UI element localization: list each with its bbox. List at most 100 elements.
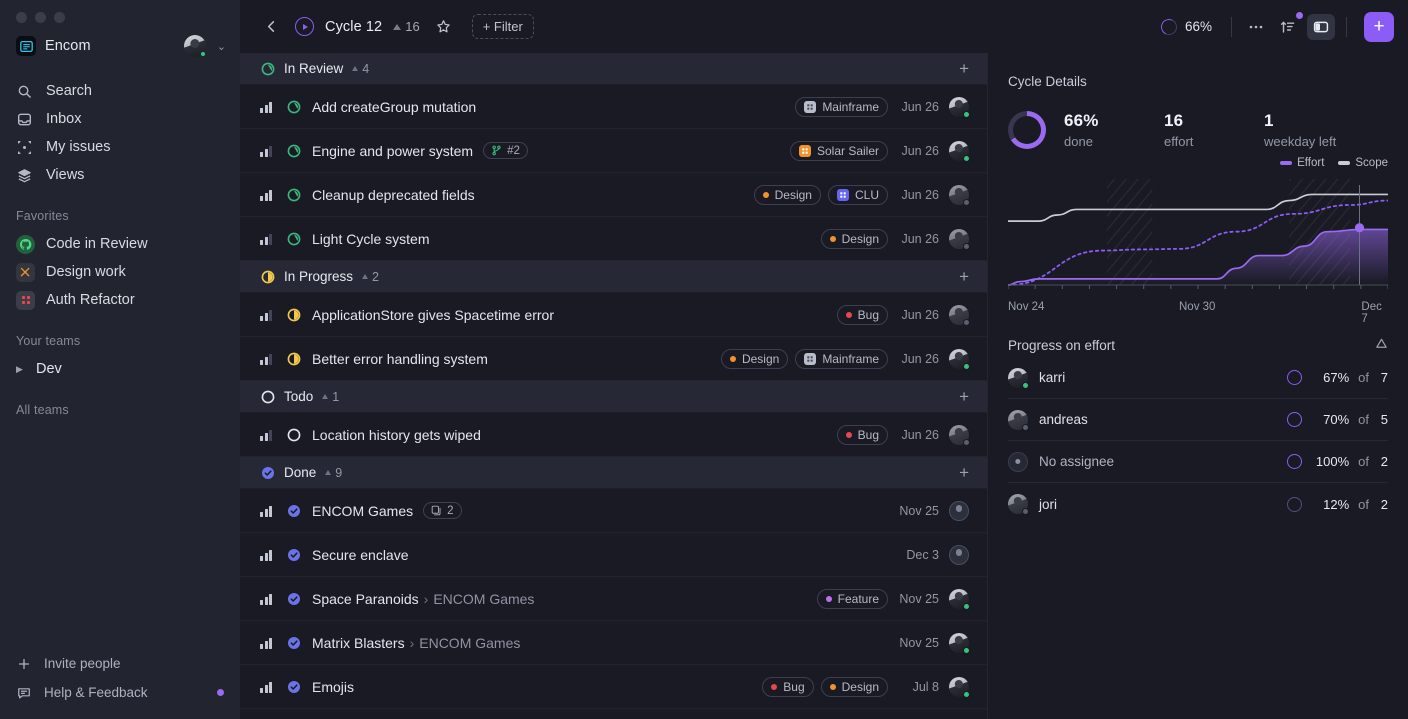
issue-label-pill[interactable]: Mainframe bbox=[795, 97, 888, 117]
sidebar-item-search[interactable]: Search bbox=[0, 77, 240, 105]
issue-row[interactable]: Space Paranoids›ENCOM GamesFeatureNov 25 bbox=[240, 577, 987, 621]
assignee-avatar[interactable] bbox=[949, 545, 969, 565]
issue-status-icon[interactable] bbox=[286, 679, 301, 694]
sidebar-item-design-work[interactable]: Design work bbox=[0, 258, 240, 286]
progress-member-row[interactable]: karri67%of7 bbox=[1008, 357, 1388, 399]
group-header-todo[interactable]: Todo1+ bbox=[240, 381, 987, 413]
issue-status-icon[interactable] bbox=[286, 351, 301, 366]
assignee-avatar[interactable] bbox=[1008, 494, 1028, 514]
issue-label-pill[interactable]: Design bbox=[721, 349, 788, 369]
issue-row[interactable]: Matrix Blasters›ENCOM GamesNov 25 bbox=[240, 621, 987, 665]
group-header-in-progress[interactable]: In Progress2+ bbox=[240, 261, 987, 293]
window-close-button[interactable] bbox=[16, 12, 27, 23]
help-feedback-button[interactable]: Help & Feedback bbox=[0, 678, 240, 707]
add-issue-to-group-button[interactable]: + bbox=[959, 268, 969, 285]
add-issue-to-group-button[interactable]: + bbox=[959, 464, 969, 481]
assignee-avatar[interactable] bbox=[949, 305, 969, 325]
issue-status-icon[interactable] bbox=[286, 427, 301, 442]
sidebar-item-code-in-review[interactable]: Code in Review bbox=[0, 230, 240, 258]
sidebar-item-my-issues[interactable]: My issues bbox=[0, 133, 240, 161]
progress-member-row[interactable]: andreas70%of5 bbox=[1008, 399, 1388, 441]
issue-label-pill[interactable]: Design bbox=[821, 229, 888, 249]
window-maximize-button[interactable] bbox=[54, 12, 65, 23]
back-button[interactable] bbox=[258, 14, 284, 40]
assignee-avatar[interactable] bbox=[949, 501, 969, 521]
issue-row[interactable]: Add createGroup mutationMainframeJun 26 bbox=[240, 85, 987, 129]
assignee-avatar[interactable] bbox=[949, 97, 969, 117]
group-header-in-review[interactable]: In Review4+ bbox=[240, 53, 987, 85]
issue-label-pill[interactable]: Feature bbox=[817, 589, 888, 609]
favorite-star-button[interactable] bbox=[431, 14, 457, 40]
issue-status-icon[interactable] bbox=[286, 99, 301, 114]
more-options-button[interactable] bbox=[1243, 14, 1269, 40]
issue-status-icon[interactable] bbox=[286, 143, 301, 158]
issue-status-icon[interactable] bbox=[286, 635, 301, 650]
issue-label-pill[interactable]: Bug bbox=[837, 425, 888, 445]
sidebar-item-inbox[interactable]: Inbox bbox=[0, 105, 240, 133]
sub-issue-chip[interactable]: #2 bbox=[483, 142, 528, 159]
issue-row[interactable]: Better error handling systemDesignMainfr… bbox=[240, 337, 987, 381]
issue-row[interactable]: ApplicationStore gives Spacetime errorBu… bbox=[240, 293, 987, 337]
add-issue-to-group-button[interactable]: + bbox=[959, 60, 969, 77]
sidebar-item-views[interactable]: Views bbox=[0, 161, 240, 189]
toggle-side-panel-button[interactable] bbox=[1307, 14, 1335, 40]
issue-label-pill[interactable]: Bug bbox=[762, 677, 813, 697]
sidebar-item-team-dev[interactable]: ▶ Dev bbox=[0, 355, 240, 383]
assignee-avatar[interactable] bbox=[949, 425, 969, 445]
assignee-avatar[interactable] bbox=[949, 589, 969, 609]
issue-row[interactable]: Secure enclaveDec 3 bbox=[240, 533, 987, 577]
sort-display-button[interactable] bbox=[1275, 14, 1301, 40]
presence-dot bbox=[963, 363, 970, 370]
chevron-right-icon[interactable]: ▶ bbox=[16, 364, 26, 375]
user-avatar[interactable] bbox=[184, 35, 206, 57]
issue-label-pill[interactable]: CLU bbox=[828, 185, 888, 205]
invite-people-button[interactable]: Invite people bbox=[0, 649, 240, 678]
member-name: jori bbox=[1039, 497, 1057, 512]
issue-label-pill[interactable]: Design bbox=[821, 677, 888, 697]
issue-status-icon[interactable] bbox=[286, 503, 301, 518]
issue-status-icon[interactable] bbox=[286, 591, 301, 606]
issue-status-icon[interactable] bbox=[286, 547, 301, 562]
assignee-avatar[interactable] bbox=[949, 633, 969, 653]
issue-label-pill[interactable]: Design bbox=[754, 185, 821, 205]
create-issue-button[interactable]: + bbox=[1364, 12, 1394, 42]
presence-dot bbox=[963, 111, 970, 118]
issue-status-icon[interactable] bbox=[286, 231, 301, 246]
search-icon bbox=[16, 83, 33, 100]
assignee-avatar[interactable] bbox=[949, 349, 969, 369]
sidebar-item-auth-refactor[interactable]: Auth Refactor bbox=[0, 286, 240, 314]
triangle-sort-icon[interactable] bbox=[1375, 337, 1388, 353]
stat-value: 66% bbox=[1064, 111, 1164, 131]
issue-row[interactable]: Light Cycle systemDesignJun 26 bbox=[240, 217, 987, 261]
issue-status-icon[interactable] bbox=[286, 307, 301, 322]
cycle-progress-indicator: 66% bbox=[1161, 19, 1212, 35]
progress-member-row[interactable]: jori12%of2 bbox=[1008, 483, 1388, 525]
issue-row[interactable]: ENCOM Games2Nov 25 bbox=[240, 489, 987, 533]
add-issue-to-group-button[interactable]: + bbox=[959, 388, 969, 405]
progress-member-row[interactable]: No assignee100%of2 bbox=[1008, 441, 1388, 483]
group-header-done[interactable]: Done9+ bbox=[240, 457, 987, 489]
sub-issue-chip[interactable]: 2 bbox=[423, 502, 461, 519]
presence-dot bbox=[963, 199, 970, 206]
issue-label-pill[interactable]: Solar Sailer bbox=[790, 141, 888, 161]
issue-row[interactable]: Cleanup deprecated fieldsDesignCLUJun 26 bbox=[240, 173, 987, 217]
window-minimize-button[interactable] bbox=[35, 12, 46, 23]
assignee-avatar[interactable] bbox=[949, 677, 969, 697]
issue-status-icon[interactable] bbox=[286, 187, 301, 202]
issue-row[interactable]: EmojisBugDesignJul 8 bbox=[240, 665, 987, 709]
assignee-avatar[interactable] bbox=[949, 185, 969, 205]
assignee-avatar[interactable] bbox=[1008, 410, 1028, 430]
assignee-avatar[interactable] bbox=[949, 229, 969, 249]
issue-label-pill[interactable]: Bug bbox=[837, 305, 888, 325]
issue-row[interactable]: Engine and power system#2Solar SailerJun… bbox=[240, 129, 987, 173]
add-filter-button[interactable]: + Filter bbox=[472, 14, 534, 39]
stat-label: weekday left bbox=[1264, 134, 1336, 149]
chevron-down-icon[interactable]: ⌄ bbox=[217, 40, 226, 53]
issue-label-pill[interactable]: Mainframe bbox=[795, 349, 888, 369]
assignee-avatar[interactable] bbox=[1008, 368, 1028, 388]
issue-row[interactable]: Location history gets wipedBugJun 26 bbox=[240, 413, 987, 457]
label-text: Solar Sailer bbox=[817, 144, 879, 158]
assignee-avatar[interactable] bbox=[1008, 452, 1028, 472]
workspace-switcher[interactable]: Encom ⌄ bbox=[0, 29, 240, 63]
assignee-avatar[interactable] bbox=[949, 141, 969, 161]
